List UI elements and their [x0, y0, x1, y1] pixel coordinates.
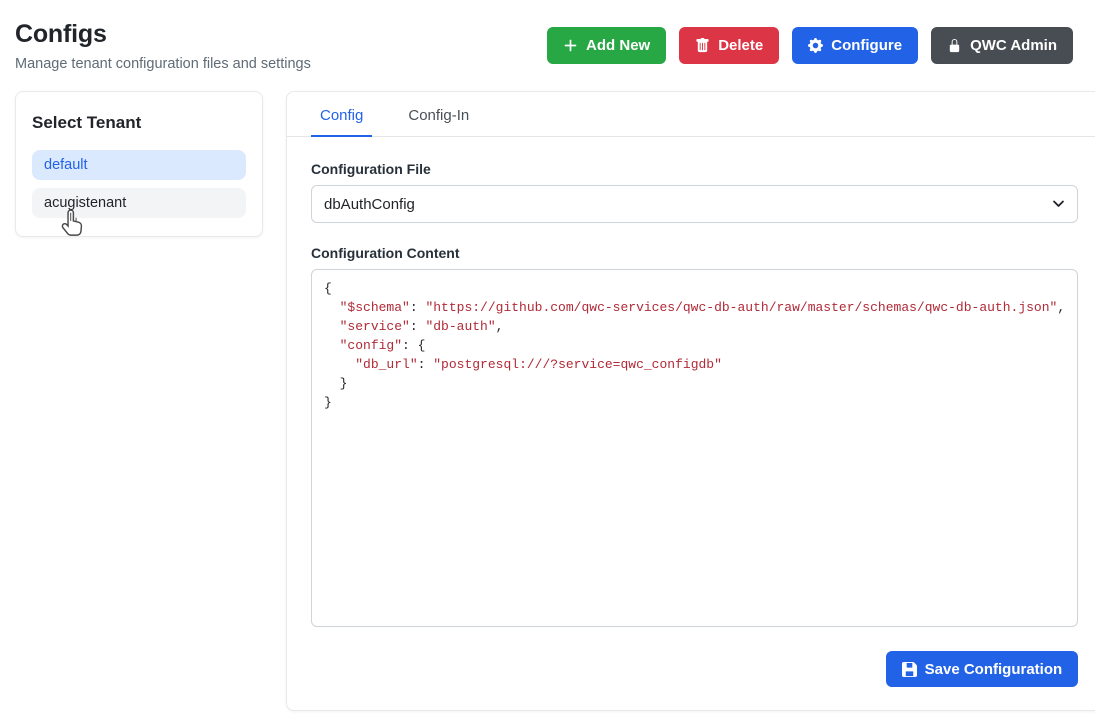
configuration-file-select-wrap: dbAuthConfig: [311, 185, 1078, 223]
configuration-file-label: Configuration File: [311, 161, 1078, 177]
configure-label: Configure: [831, 37, 902, 54]
tenant-item-acugistenant[interactable]: acugistenant: [32, 188, 246, 218]
configuration-content-editor[interactable]: { "$schema": "https://github.com/qwc-ser…: [311, 269, 1078, 627]
config-tabs: Config Config-In: [287, 92, 1095, 137]
lock-icon: [947, 38, 962, 53]
select-tenant-title: Select Tenant: [32, 113, 246, 133]
page-header: Configs Manage tenant configuration file…: [15, 16, 1073, 72]
delete-label: Delete: [718, 37, 763, 54]
heading-block: Configs Manage tenant configuration file…: [15, 16, 311, 72]
delete-button[interactable]: Delete: [679, 27, 779, 64]
configuration-file-group: Configuration File dbAuthConfig: [311, 161, 1078, 223]
configuration-content-label: Configuration Content: [311, 245, 1078, 261]
tenant-item-label: default: [44, 157, 88, 173]
config-panel: Config Config-In Configuration File dbAu…: [286, 91, 1095, 711]
select-tenant-panel: Select Tenant default acugistenant: [15, 91, 263, 237]
page-title: Configs: [15, 20, 311, 49]
config-json-text: { "$schema": "https://github.com/qwc-ser…: [324, 279, 1065, 412]
trash-icon: [695, 38, 710, 53]
qwc-admin-label: QWC Admin: [970, 37, 1057, 54]
tab-config[interactable]: Config: [311, 92, 372, 137]
add-new-button[interactable]: Add New: [547, 27, 666, 64]
gear-icon: [808, 38, 823, 53]
tenant-item-default[interactable]: default: [32, 150, 246, 180]
actions-row: Save Configuration: [311, 651, 1078, 687]
configuration-file-select[interactable]: dbAuthConfig: [311, 185, 1078, 223]
header-toolbar: Add New Delete Configure QWC Admin: [547, 27, 1073, 64]
configuration-content-group: Configuration Content { "$schema": "http…: [311, 245, 1078, 627]
tab-config-in[interactable]: Config-In: [399, 92, 478, 137]
content-area: Select Tenant default acugistenant Confi…: [15, 91, 1073, 711]
plus-icon: [563, 38, 578, 53]
configs-page: Configs Manage tenant configuration file…: [0, 0, 1095, 727]
page-subtitle: Manage tenant configuration files and se…: [15, 56, 311, 72]
tenant-item-label: acugistenant: [44, 195, 126, 211]
configure-button[interactable]: Configure: [792, 27, 918, 64]
qwc-admin-button[interactable]: QWC Admin: [931, 27, 1073, 64]
save-configuration-button[interactable]: Save Configuration: [886, 651, 1079, 687]
save-configuration-label: Save Configuration: [925, 661, 1063, 678]
add-new-label: Add New: [586, 37, 650, 54]
config-tab-content: Configuration File dbAuthConfig Configur…: [287, 137, 1095, 709]
save-icon: [902, 662, 917, 677]
